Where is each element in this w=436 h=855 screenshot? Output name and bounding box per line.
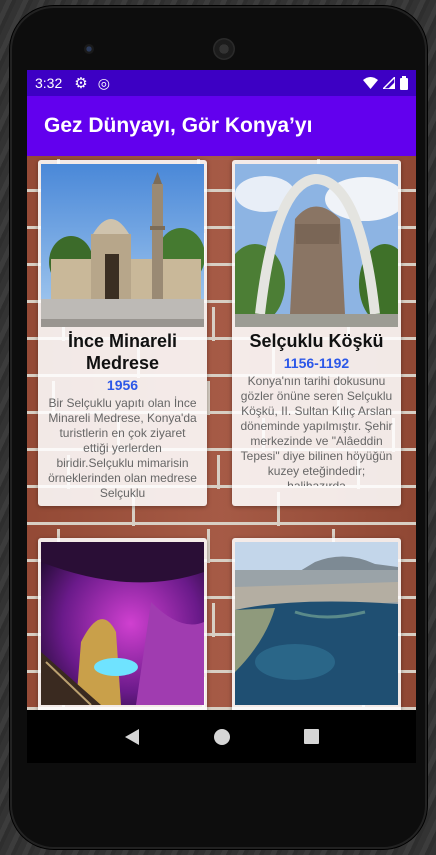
wifi-icon <box>363 77 378 89</box>
card-year: 1956 <box>106 377 139 393</box>
card-description: Bir Selçuklu yapıtı olan İnce Minareli M… <box>48 396 197 500</box>
card-image <box>235 542 398 705</box>
screen: 3:32 ⚙ ◎ Gez Dünyayı, Gör Konya’yı İnce … <box>27 70 416 710</box>
card-year: 1156-1192 <box>283 355 350 371</box>
card-image <box>235 164 398 327</box>
card-title: Selçuklu Köşkü <box>249 331 384 351</box>
battery-icon <box>400 76 408 90</box>
gear-icon: ⚙ <box>74 75 88 92</box>
place-card[interactable] <box>38 538 207 710</box>
sync-icon: ◎ <box>97 74 110 91</box>
home-icon[interactable] <box>214 728 230 745</box>
app-title: Gez Dünyayı, Gör Konya’yı <box>44 114 313 137</box>
card-image <box>41 164 204 327</box>
card-image <box>41 542 204 705</box>
place-card[interactable]: İnce Minareli Medrese 1956 Bir Selçuklu … <box>38 160 207 506</box>
card-title: İnce Minareli Medrese <box>67 331 178 373</box>
status-time: 3:32 <box>35 75 63 91</box>
recents-icon[interactable] <box>304 729 319 744</box>
back-icon[interactable] <box>124 728 140 746</box>
status-icons <box>363 76 408 90</box>
place-card[interactable] <box>232 538 401 710</box>
earpiece-icon <box>213 38 235 60</box>
app-bar: Gez Dünyayı, Gör Konya’yı <box>27 96 416 156</box>
signal-icon <box>383 77 395 89</box>
card-grid: İnce Minareli Medrese 1956 Bir Selçuklu … <box>27 156 416 710</box>
status-bar: 3:32 ⚙ ◎ <box>27 70 416 96</box>
front-camera-icon <box>84 44 94 54</box>
place-card[interactable]: Selçuklu Köşkü 1156-1192 Konya'nın tarih… <box>232 160 401 506</box>
card-description: Konya'nın tarihi dokusunu gözler önüne s… <box>240 374 393 486</box>
system-nav-bar <box>27 710 416 763</box>
